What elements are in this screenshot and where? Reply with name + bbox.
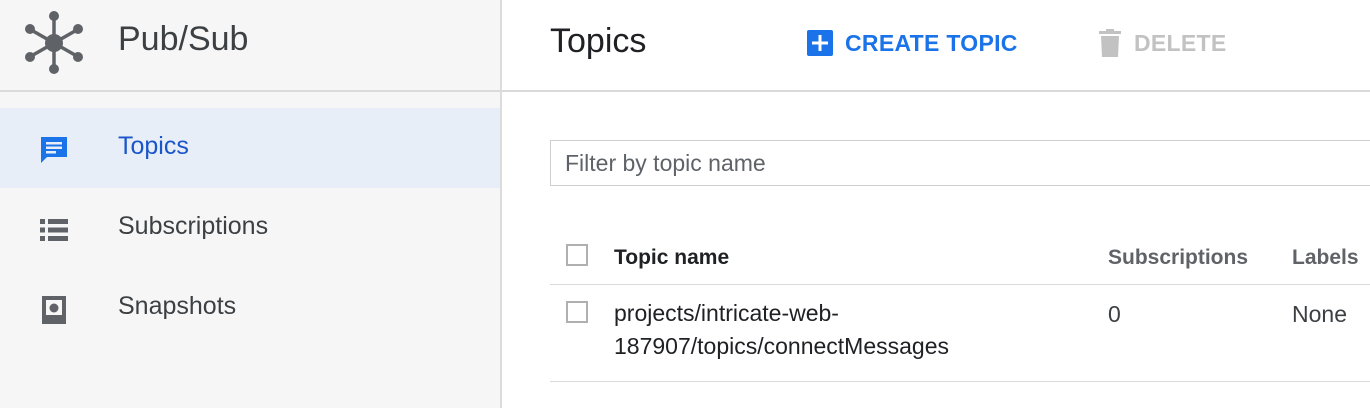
sidebar-item-label: Subscriptions bbox=[118, 212, 269, 240]
delete-label: DELETE bbox=[1134, 29, 1227, 56]
table-header: Topic name Subscriptions Labels bbox=[550, 232, 1370, 285]
topics-table: Topic name Subscriptions Labels projects… bbox=[550, 232, 1370, 382]
brand-header: Pub/Sub bbox=[0, 0, 500, 92]
labels-value: None bbox=[1292, 301, 1347, 327]
subscriptions-count: 0 bbox=[1108, 301, 1121, 327]
sidebar-item-label: Snapshots bbox=[118, 292, 237, 320]
add-box-icon bbox=[807, 30, 833, 56]
trash-icon bbox=[1099, 29, 1121, 57]
row-checkbox[interactable] bbox=[566, 301, 588, 323]
column-header-subscriptions[interactable]: Subscriptions bbox=[1108, 246, 1248, 270]
topic-name-line1: projects/intricate-web- bbox=[614, 300, 839, 326]
sidebar-item-label: Topics bbox=[118, 132, 189, 160]
filter-input[interactable] bbox=[550, 140, 1370, 186]
main-content: Topics CREATE TOPIC DELETE Topic name Su… bbox=[502, 0, 1370, 408]
sidebar-item-snapshots[interactable]: Snapshots bbox=[0, 268, 500, 348]
column-header-labels[interactable]: Labels bbox=[1292, 246, 1359, 270]
pubsub-hub-icon bbox=[22, 9, 86, 75]
snapshot-icon bbox=[38, 294, 70, 326]
page-title: Topics bbox=[550, 22, 647, 60]
table-row[interactable]: projects/intricate-web- 187907/topics/co… bbox=[550, 285, 1370, 382]
select-all-checkbox[interactable] bbox=[566, 244, 588, 266]
topic-name-line2: 187907/topics/connectMessages bbox=[614, 333, 949, 359]
sidebar-item-topics[interactable]: Topics bbox=[0, 108, 500, 188]
column-header-topic-name[interactable]: Topic name bbox=[614, 246, 729, 270]
topics-chat-icon bbox=[38, 134, 70, 166]
create-topic-button[interactable]: CREATE TOPIC bbox=[807, 26, 1018, 60]
app-title: Pub/Sub bbox=[118, 20, 249, 58]
create-topic-label: CREATE TOPIC bbox=[845, 29, 1018, 56]
delete-button[interactable]: DELETE bbox=[1098, 26, 1227, 60]
sidebar: Pub/Sub Topics Subscriptions Snapshots bbox=[0, 0, 502, 408]
topic-name-cell[interactable]: projects/intricate-web- 187907/topics/co… bbox=[614, 297, 1004, 363]
page-header: Topics CREATE TOPIC DELETE bbox=[502, 0, 1370, 92]
list-icon bbox=[38, 214, 70, 246]
sidebar-item-subscriptions[interactable]: Subscriptions bbox=[0, 188, 500, 268]
